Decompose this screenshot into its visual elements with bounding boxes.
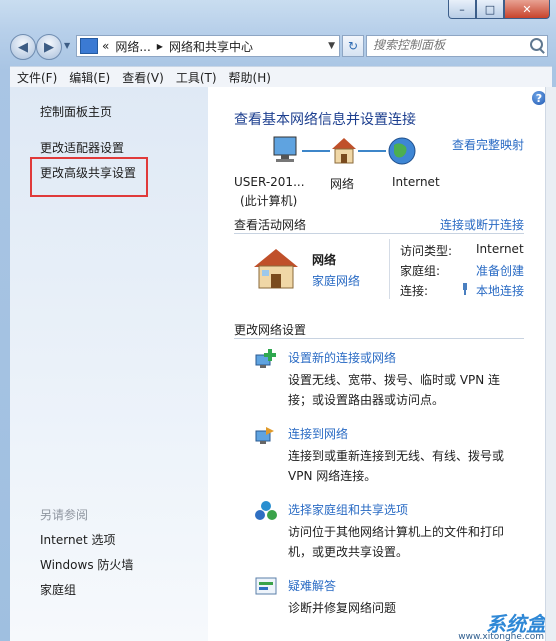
task-homegroup-sharing-desc: 访问位于其他网络计算机上的文件和打印机，或更改共享设置。 xyxy=(288,525,505,559)
minimize-button[interactable]: – xyxy=(448,0,476,19)
connect-network-icon xyxy=(255,427,274,444)
task-troubleshoot-link[interactable]: 疑难解答 xyxy=(288,577,336,594)
access-type-value: Internet xyxy=(476,242,524,256)
connect-disconnect-link[interactable]: 连接或断开连接 xyxy=(440,216,524,233)
task-connect-network-desc: 连接到或重新连接到无线、有线、拨号或 VPN 网络连接。 xyxy=(288,449,505,483)
breadcrumb-network-sharing-center[interactable]: 网络和共享中心 xyxy=(169,38,253,55)
map-network-label: 网络 xyxy=(330,177,355,191)
sidebar-link-change-adapter-settings[interactable]: 更改适配器设置 xyxy=(40,139,124,156)
menu-view[interactable]: 查看(V) xyxy=(115,69,169,86)
back-button[interactable]: ◀ xyxy=(10,34,36,60)
see-full-map-link[interactable]: 查看完整映射 xyxy=(452,136,524,153)
active-networks-header: 查看活动网络 xyxy=(234,218,307,232)
menu-file[interactable]: 文件(F) xyxy=(10,69,62,86)
map-internet-label: Internet xyxy=(392,175,440,189)
network-sharing-center-window: – □ ✕ ◀ ▶ ▼ « 网络... ▶ 网络和共享中心 ▼ ↻ 文件(F) … xyxy=(0,0,556,641)
local-connection-link[interactable]: 本地连接 xyxy=(476,282,524,299)
content-area: 控制面板主页 更改适配器设置 更改高级共享设置 另请参阅 Internet 选项… xyxy=(10,87,552,641)
network-type-link[interactable]: 家庭网络 xyxy=(312,272,360,289)
computer-icon xyxy=(273,136,297,162)
active-network-name: 网络 xyxy=(312,253,337,267)
help-icon[interactable]: ? xyxy=(532,91,546,105)
this-computer-label: (此计算机) xyxy=(240,194,298,208)
search-box[interactable] xyxy=(366,35,548,57)
main-pane: ? 查看基本网络信息并设置连接 查看完整映射 USER-201... (此计算机… xyxy=(208,87,552,641)
section-divider xyxy=(234,338,524,339)
menu-help[interactable]: 帮助(H) xyxy=(222,69,276,86)
sidebar-link-internet-options[interactable]: Internet 选项 xyxy=(40,531,115,548)
menu-edit[interactable]: 编辑(E) xyxy=(62,69,115,86)
forward-arrow-icon: ▶ xyxy=(44,39,54,55)
access-type-label: 访问类型: xyxy=(400,244,453,258)
connections-label: 连接: xyxy=(400,284,429,298)
task-setup-new-connection-link[interactable]: 设置新的连接或网络 xyxy=(288,349,396,366)
address-dropdown-icon[interactable]: ▼ xyxy=(328,41,335,51)
address-bar[interactable]: « 网络... ▶ 网络和共享中心 ▼ xyxy=(76,35,340,57)
menu-bar: 文件(F) 编辑(E) 查看(V) 工具(T) 帮助(H) xyxy=(10,66,552,88)
vertical-scrollbar[interactable] xyxy=(545,87,556,641)
task-homegroup-sharing-link[interactable]: 选择家庭组和共享选项 xyxy=(288,501,408,518)
computer-name-label: USER-201... xyxy=(234,175,305,189)
sidebar-link-change-advanced-sharing[interactable]: 更改高级共享设置 xyxy=(40,164,136,181)
see-also-header: 另请参阅 xyxy=(40,508,89,522)
task-pane: 控制面板主页 更改适配器设置 更改高级共享设置 另请参阅 Internet 选项… xyxy=(10,87,208,641)
sidebar-link-control-panel-home[interactable]: 控制面板主页 xyxy=(40,103,112,120)
internet-globe-icon xyxy=(388,137,416,165)
change-network-settings-header: 更改网络设置 xyxy=(234,323,307,337)
section-divider xyxy=(234,233,524,234)
menu-tools[interactable]: 工具(T) xyxy=(169,69,222,86)
sidebar-link-homegroup[interactable]: 家庭组 xyxy=(40,581,76,598)
search-icon[interactable] xyxy=(530,38,543,51)
refresh-icon: ↻ xyxy=(347,39,359,53)
task-troubleshoot-desc: 诊断并修复网络问题 xyxy=(288,601,397,615)
task-setup-new-connection-desc: 设置无线、宽带、拨号、临时或 VPN 连接；或设置路由器或访问点。 xyxy=(288,373,501,407)
close-button[interactable]: ✕ xyxy=(504,0,550,19)
breadcrumb-network[interactable]: 网络... xyxy=(115,38,150,55)
navigation-bar: ◀ ▶ ▼ « 网络... ▶ 网络和共享中心 ▼ ↻ xyxy=(10,33,548,60)
troubleshoot-icon xyxy=(255,577,277,595)
watermark-url: www.xitonghe.com xyxy=(458,632,544,641)
address-chevron-icon[interactable]: « xyxy=(102,39,109,53)
homegroup-sharing-icon xyxy=(255,501,277,520)
homegroup-label: 家庭组: xyxy=(400,264,441,278)
refresh-button[interactable]: ↻ xyxy=(342,35,364,57)
network-house-icon xyxy=(332,138,356,164)
caption-buttons: – □ ✕ xyxy=(448,0,550,20)
task-connect-network-link[interactable]: 连接到网络 xyxy=(288,425,348,442)
details-divider xyxy=(389,239,390,299)
back-arrow-icon: ◀ xyxy=(18,39,28,55)
wired-connection-icon xyxy=(463,283,467,295)
homegroup-ready-link[interactable]: 准备创建 xyxy=(476,262,524,279)
new-connection-icon xyxy=(255,349,276,368)
search-input[interactable] xyxy=(367,36,523,54)
maximize-button[interactable]: □ xyxy=(476,0,504,19)
forward-button[interactable]: ▶ xyxy=(36,34,62,60)
recent-pages-dropdown-icon[interactable]: ▼ xyxy=(64,41,70,50)
network-map-graphic xyxy=(273,136,416,165)
breadcrumb-separator-icon[interactable]: ▶ xyxy=(157,42,163,51)
sidebar-link-windows-firewall[interactable]: Windows 防火墙 xyxy=(40,556,133,573)
home-network-icon xyxy=(254,249,298,289)
page-title: 查看基本网络信息并设置连接 xyxy=(234,112,416,128)
control-panel-icon xyxy=(80,38,98,54)
